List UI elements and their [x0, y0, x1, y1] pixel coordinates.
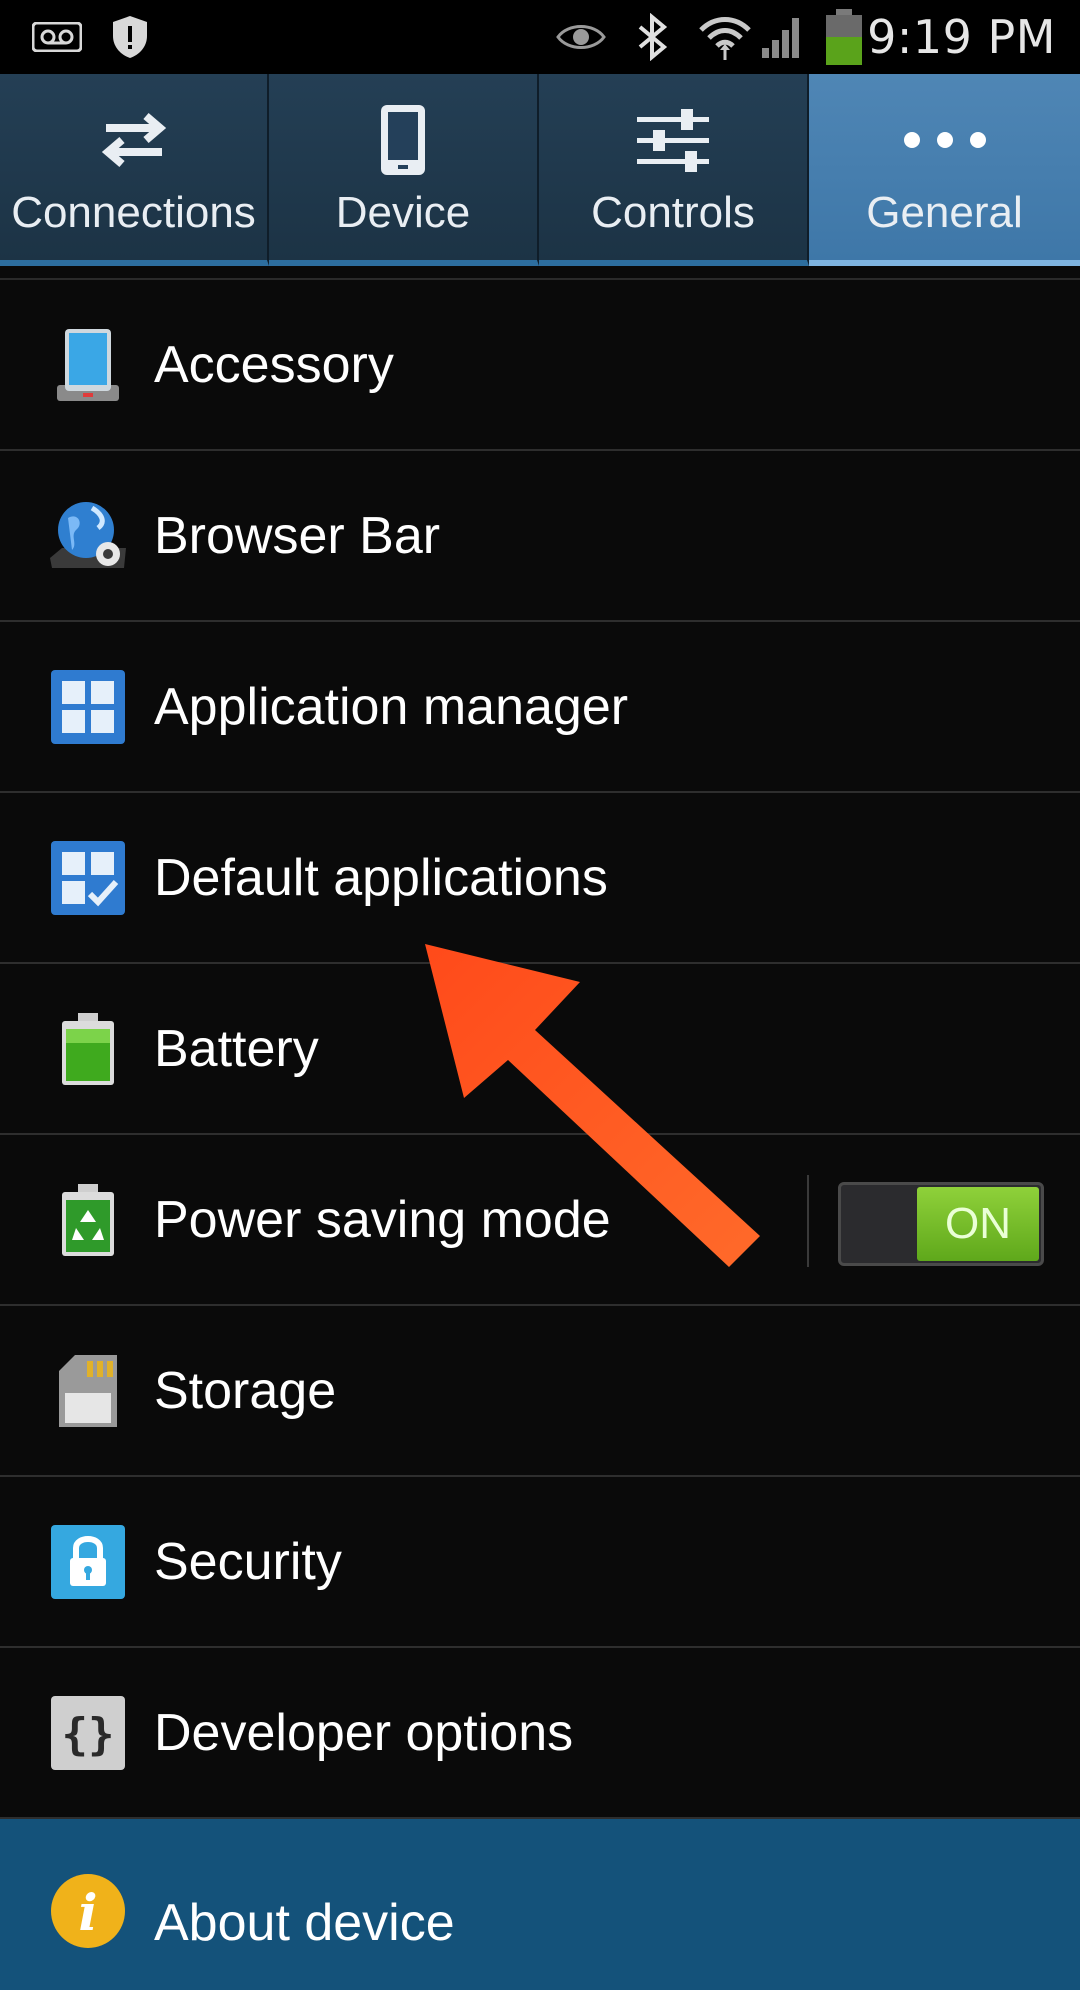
tab-device[interactable]: Device [269, 74, 539, 266]
setting-label: Developer options [154, 1703, 574, 1762]
signal-icon [760, 0, 806, 74]
tab-label: Controls [591, 188, 755, 237]
braces-icon: {} [46, 1691, 130, 1775]
arrows-swap-icon [84, 98, 184, 182]
tab-label: Connections [11, 188, 256, 237]
setting-label: Battery [154, 1019, 319, 1078]
setting-application-manager[interactable]: Application manager [0, 622, 1080, 793]
toggle-on-label: ON [917, 1187, 1039, 1261]
tab-general[interactable]: General [809, 74, 1080, 266]
sd-card-icon [46, 1349, 130, 1433]
tab-controls[interactable]: Controls [539, 74, 809, 266]
tab-label: General [866, 188, 1023, 237]
tab-divider [0, 266, 1080, 280]
status-bar: 9:19 PM [0, 0, 1080, 74]
more-dots-icon [895, 98, 995, 182]
setting-label: Application manager [154, 677, 629, 736]
tab-label: Device [335, 188, 471, 237]
setting-default-applications[interactable]: Default applications [0, 793, 1080, 964]
shield-icon [110, 0, 150, 74]
globe-gear-icon [46, 494, 130, 578]
setting-storage[interactable]: Storage [0, 1306, 1080, 1477]
setting-power-saving-mode[interactable]: Power saving mode ON [0, 1135, 1080, 1306]
info-icon: i [46, 1869, 130, 1953]
voicemail-icon [32, 0, 82, 74]
settings-list: Accessory Browser Bar Application manage… [0, 280, 1080, 1990]
battery-icon [824, 0, 864, 74]
power-saving-toggle[interactable]: ON [838, 1182, 1044, 1266]
setting-about-device[interactable]: i About device [0, 1819, 1080, 1990]
setting-label: Default applications [154, 848, 608, 907]
setting-label: About device [154, 1894, 455, 1952]
setting-label: Browser Bar [154, 506, 441, 565]
setting-security[interactable]: Security [0, 1477, 1080, 1648]
wifi-icon [698, 0, 752, 74]
clock: 9:19 PM [867, 10, 1056, 64]
svg-text:{}: {} [62, 1709, 115, 1760]
setting-browser-bar[interactable]: Browser Bar [0, 451, 1080, 622]
phone-icon [353, 98, 453, 182]
setting-battery[interactable]: Battery [0, 964, 1080, 1135]
sliders-icon [623, 98, 723, 182]
battery-icon [46, 1007, 130, 1091]
bluetooth-icon [636, 0, 670, 74]
accessory-icon [46, 323, 130, 407]
setting-developer-options[interactable]: {} Developer options [0, 1648, 1080, 1819]
tab-connections[interactable]: Connections [0, 74, 269, 266]
lock-icon [46, 1520, 130, 1604]
setting-accessory[interactable]: Accessory [0, 280, 1080, 451]
app-grid-check-icon [46, 836, 130, 920]
app-grid-icon [46, 665, 130, 749]
eye-icon [556, 0, 606, 74]
toggle-divider [807, 1175, 809, 1267]
setting-label: Security [154, 1532, 342, 1591]
setting-label: Storage [154, 1361, 337, 1420]
setting-label: Power saving mode [154, 1190, 611, 1249]
svg-text:i: i [79, 1883, 98, 1942]
battery-recycle-icon [46, 1178, 130, 1262]
settings-tab-bar: Connections Device Controls General [0, 74, 1080, 266]
setting-label: Accessory [154, 335, 394, 394]
